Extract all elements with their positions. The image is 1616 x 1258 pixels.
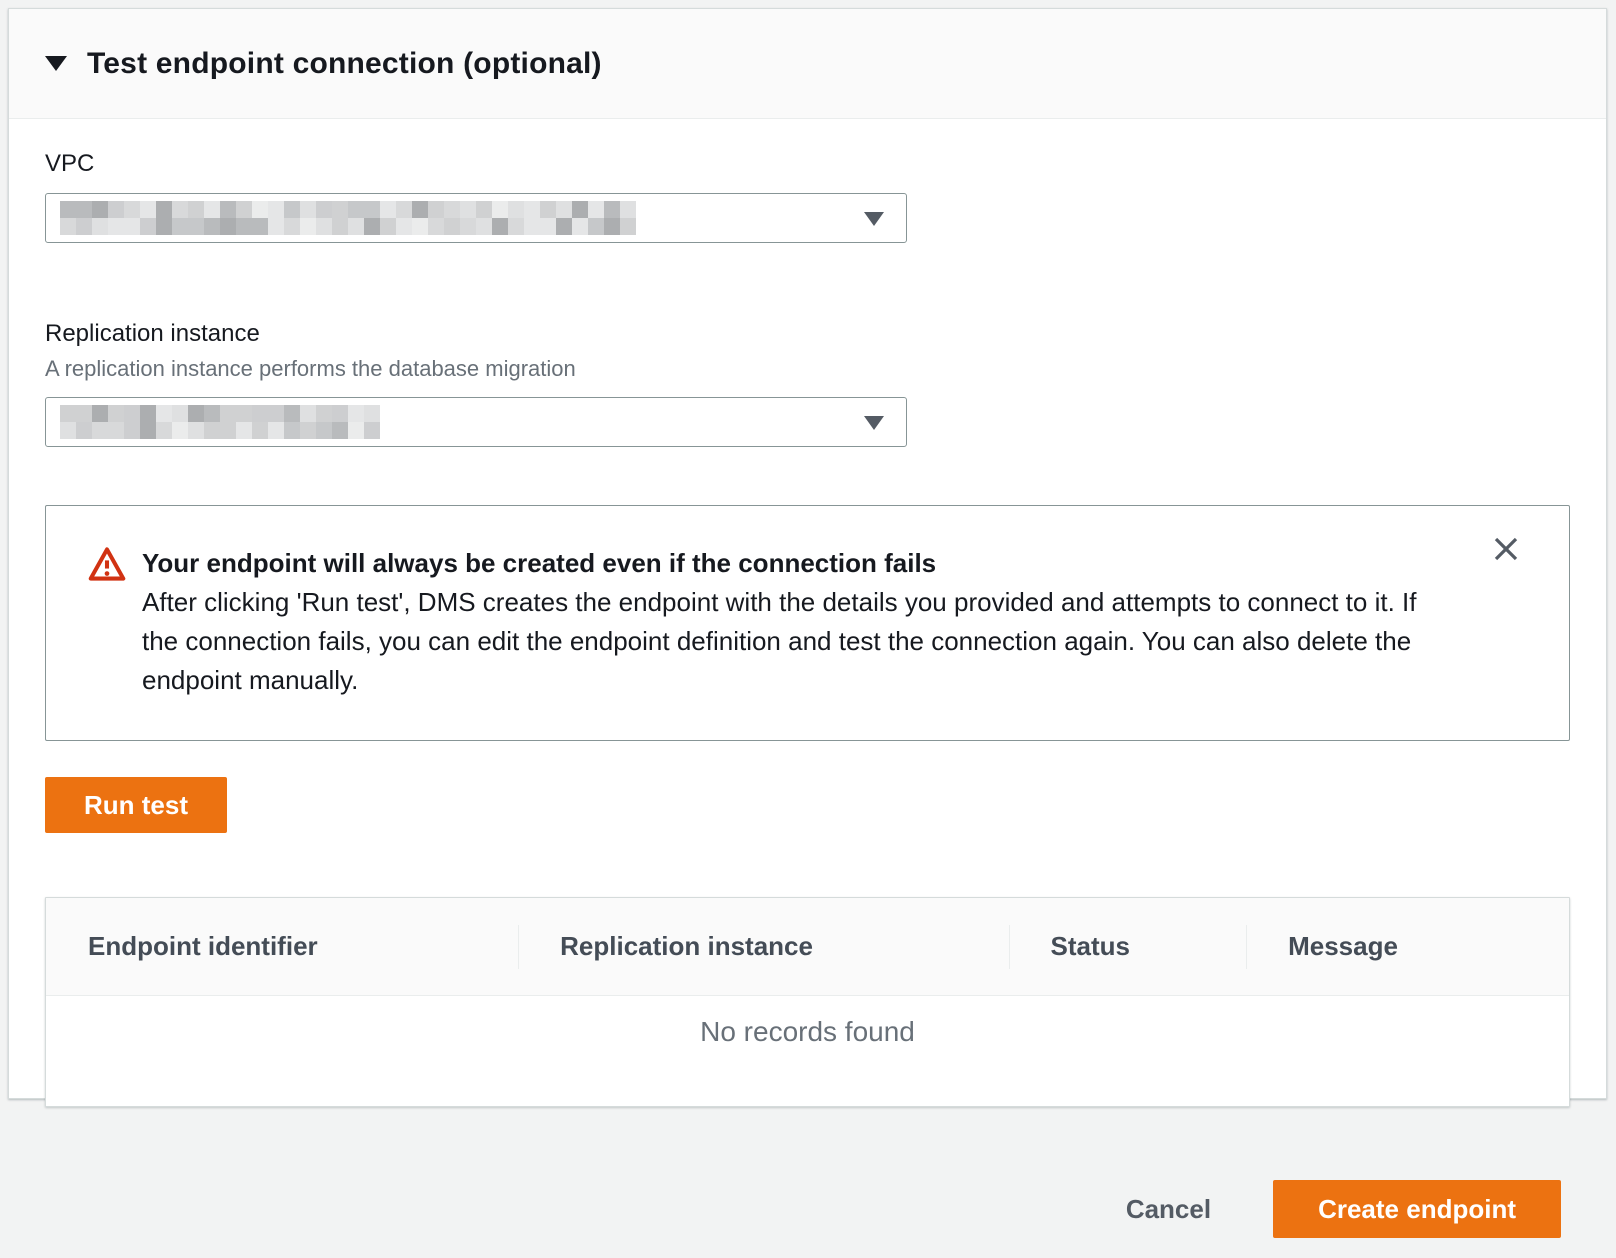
test-results-table: Endpoint identifierReplication instanceS… [45,897,1570,1107]
vpc-label: VPC [45,149,1570,179]
collapse-caret-icon [45,56,67,71]
chevron-down-icon [864,212,884,226]
form-footer-actions: Cancel Create endpoint [1126,1180,1561,1238]
chevron-down-icon [864,416,884,430]
page-title: Test endpoint connection (optional) [87,47,602,81]
section-header-expandable[interactable]: Test endpoint connection (optional) [9,9,1606,119]
section-content: VPC Replication instance A replication i… [9,149,1606,1107]
column-header: Message [1246,898,1569,995]
warning-alert: Your endpoint will always be created eve… [45,505,1570,741]
test-endpoint-connection-panel: Test endpoint connection (optional) VPC … [8,8,1607,1099]
redacted-vpc-value [60,201,636,235]
replication-instance-label: Replication instance [45,319,1570,349]
column-header: Status [1009,898,1247,995]
create-endpoint-button[interactable]: Create endpoint [1273,1180,1561,1238]
warning-title: Your endpoint will always be created eve… [142,544,1452,583]
column-header: Replication instance [518,898,1008,995]
warning-body: After clicking 'Run test', DMS creates t… [142,583,1452,700]
column-header: Endpoint identifier [46,898,518,995]
table-header-row: Endpoint identifierReplication instanceS… [46,898,1569,996]
redacted-replication-instance-value [60,405,380,439]
run-test-button[interactable]: Run test [45,777,227,833]
table-empty-message: No records found [46,996,1569,1106]
replication-instance-select[interactable] [45,397,907,447]
cancel-button[interactable]: Cancel [1126,1194,1211,1225]
warning-triangle-icon [88,546,126,587]
replication-instance-description: A replication instance performs the data… [45,355,1570,383]
close-icon[interactable] [1491,534,1521,564]
vpc-select[interactable] [45,193,907,243]
warning-text: Your endpoint will always be created eve… [142,544,1452,700]
